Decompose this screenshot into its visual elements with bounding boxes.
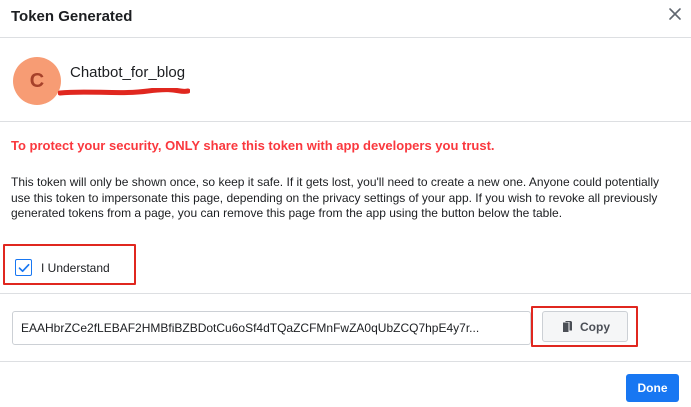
- understand-highlight: I Understand: [3, 244, 136, 285]
- copy-icon: [563, 320, 572, 332]
- divider: [0, 361, 691, 362]
- close-icon: [669, 8, 681, 20]
- understand-label[interactable]: I Understand: [41, 261, 110, 275]
- security-warning: To protect your security, ONLY share thi…: [11, 138, 495, 153]
- avatar: C: [13, 57, 61, 105]
- avatar-letter: C: [29, 69, 45, 92]
- close-button[interactable]: [667, 6, 683, 22]
- divider: [0, 293, 691, 294]
- page-name: Chatbot_for_blog: [70, 64, 186, 81]
- dialog-header: Token Generated: [0, 0, 691, 38]
- dialog-title: Token Generated: [11, 8, 133, 25]
- checkmark-icon: [18, 263, 29, 272]
- done-button[interactable]: Done: [626, 374, 679, 402]
- token-dialog: Token Generated C Chatbot_for_blog To pr…: [0, 0, 691, 407]
- understand-checkbox[interactable]: [15, 259, 32, 276]
- copy-highlight: Copy: [531, 306, 638, 347]
- redaction-mark: [58, 88, 190, 96]
- page-row: C Chatbot_for_blog: [0, 38, 691, 122]
- copy-label: Copy: [580, 319, 610, 334]
- done-label: Done: [637, 381, 668, 395]
- token-field[interactable]: [12, 311, 531, 345]
- copy-button[interactable]: Copy: [542, 311, 628, 342]
- token-description: This token will only be shown once, so k…: [11, 175, 660, 220]
